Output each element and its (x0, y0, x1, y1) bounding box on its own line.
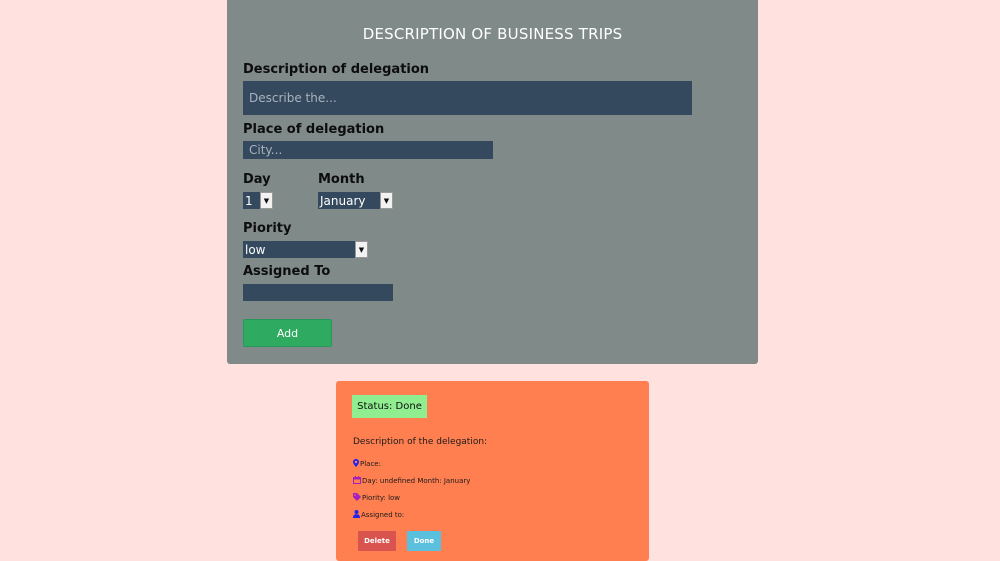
place-input[interactable]: City... (243, 141, 493, 159)
day-label: Day (243, 172, 271, 187)
done-button[interactable]: Done (407, 531, 441, 551)
delete-button[interactable]: Delete (358, 531, 396, 551)
card-place: Place: (353, 459, 381, 469)
delegation-card: Status: Done Description of the delegati… (336, 381, 649, 561)
map-marker-icon (353, 459, 359, 469)
chevron-down-icon[interactable]: ▼ (380, 192, 393, 209)
description-label: Description of delegation (243, 62, 430, 77)
card-description: Description of the delegation: (353, 437, 488, 447)
status-badge: Status: Done (352, 395, 427, 418)
tag-icon (353, 493, 361, 503)
add-button[interactable]: Add (243, 319, 332, 347)
chevron-down-icon[interactable]: ▼ (260, 192, 273, 209)
month-value: January (320, 193, 366, 208)
priority-select[interactable]: low ▼ (243, 241, 368, 258)
card-place-text: Place: (360, 460, 381, 468)
form-title: DESCRIPTION OF BUSINESS TRIPS (362, 25, 623, 43)
month-label: Month (318, 172, 365, 187)
day-select[interactable]: 1 ▼ (243, 192, 273, 209)
card-priority-text: Piority: low (362, 494, 401, 502)
card-day-month-text: Day: undefined Month: January (362, 477, 471, 485)
card-day-month: Day: undefined Month: January (353, 476, 470, 486)
calendar-icon (353, 476, 361, 486)
card-assigned-text: Assigned to: (361, 511, 405, 519)
user-icon (353, 510, 360, 520)
priority-label: Piority (243, 221, 292, 236)
trip-form-panel: DESCRIPTION OF BUSINESS TRIPS Descriptio… (227, 0, 758, 364)
place-label: Place of delegation (243, 122, 385, 137)
month-select[interactable]: January ▼ (318, 192, 393, 209)
card-assigned: Assigned to: (353, 510, 404, 520)
day-value: 1 (245, 193, 253, 208)
description-placeholder: Describe the... (249, 91, 337, 105)
assigned-input[interactable] (243, 284, 393, 301)
priority-value: low (245, 242, 266, 257)
place-placeholder: City... (249, 143, 283, 157)
card-priority: Piority: low (353, 493, 400, 503)
description-input[interactable]: Describe the... (243, 81, 692, 115)
assigned-label: Assigned To (243, 264, 331, 279)
chevron-down-icon[interactable]: ▼ (355, 241, 368, 258)
